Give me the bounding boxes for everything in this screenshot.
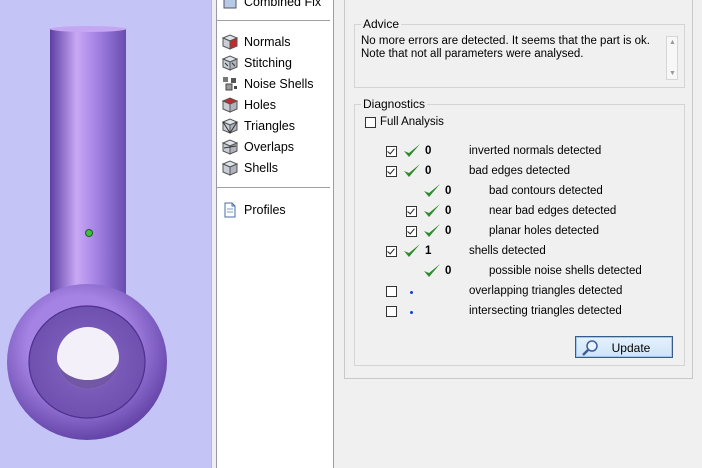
nav-item-label: Holes	[244, 98, 276, 112]
diag-count: 0	[445, 265, 452, 277]
scroll-up-icon[interactable]: ▲	[669, 39, 676, 46]
stitching-icon	[221, 55, 239, 71]
nav-item-combined-fix[interactable]: Combined Fix	[221, 0, 321, 12]
combined-fix-icon	[223, 0, 237, 9]
advice-title: Advice	[361, 17, 402, 31]
scroll-down-icon[interactable]: ▼	[669, 70, 676, 77]
advice-group: Advice No more errors are detected. It s…	[354, 17, 685, 88]
diag-label: intersecting triangles detected	[469, 305, 622, 317]
diag-checkbox-near-bad-edges[interactable]	[406, 206, 417, 217]
nav-item-label: Triangles	[244, 119, 295, 133]
nav-item-shells[interactable]: Shells	[221, 158, 278, 178]
diag-label: overlapping triangles detected	[469, 285, 623, 297]
triangles-icon	[221, 118, 239, 134]
pending-dot-icon	[410, 311, 413, 314]
advice-line: No more errors are detected. It seems th…	[361, 35, 650, 47]
nav-item-profiles[interactable]: Profiles	[221, 200, 286, 220]
update-button[interactable]: Update	[575, 336, 673, 358]
diag-count: 0	[425, 165, 432, 177]
diag-count: 0	[445, 205, 452, 217]
full-analysis-checkbox[interactable]	[365, 117, 376, 128]
diag-count: 1	[425, 245, 432, 257]
part-model	[7, 26, 167, 440]
advice-line: Note that not all parameters were analys…	[361, 48, 584, 60]
nav-item-normals[interactable]: Normals	[221, 32, 291, 52]
diag-checkbox-planar-holes[interactable]	[406, 226, 417, 237]
overlaps-icon	[221, 139, 239, 155]
nav-item-label: Overlaps	[244, 140, 295, 154]
diag-checkbox-inverted-normals[interactable]	[386, 146, 397, 157]
diag-label: inverted normals detected	[469, 145, 602, 157]
green-check-icon	[424, 184, 440, 197]
diagnostics-panel: Advice No more errors are detected. It s…	[344, 0, 693, 379]
normals-icon	[221, 34, 239, 50]
diag-checkbox-intersecting-triangles[interactable]	[386, 306, 397, 317]
nav-item-label: Stitching	[244, 56, 292, 70]
green-check-icon	[424, 264, 440, 277]
advice-text: No more errors are detected. It seems th…	[361, 35, 673, 75]
nav-item-overlaps[interactable]: Overlaps	[221, 137, 294, 157]
diag-label: bad edges detected	[469, 165, 571, 177]
diag-count: 0	[425, 145, 432, 157]
green-check-icon	[424, 204, 440, 217]
document-icon	[224, 202, 236, 218]
nav-separator	[217, 187, 330, 188]
diag-label: possible noise shells detected	[489, 265, 642, 277]
pending-dot-icon	[410, 291, 413, 294]
nav-item-label: Normals	[244, 35, 291, 49]
nav-separator	[217, 20, 330, 21]
3d-viewport[interactable]	[0, 0, 211, 468]
advice-scrollbar[interactable]: ▲ ▼	[666, 36, 678, 80]
nav-item-noise-shells[interactable]: Noise Shells	[221, 74, 313, 94]
nav-item-stitching[interactable]: Stitching	[221, 53, 292, 73]
update-button-label: Update	[611, 341, 651, 355]
full-analysis-label: Full Analysis	[380, 116, 444, 128]
nav-item-triangles[interactable]: Triangles	[221, 116, 295, 136]
diag-checkbox-shells[interactable]	[386, 246, 397, 257]
diag-checkbox-overlapping-triangles[interactable]	[386, 286, 397, 297]
diag-count: 0	[445, 225, 452, 237]
green-check-icon	[404, 164, 420, 177]
green-check-icon	[404, 144, 420, 157]
nav-item-label: Profiles	[244, 203, 286, 217]
nav-item-label: Combined Fix	[244, 0, 322, 9]
noise-shells-icon	[223, 77, 237, 91]
diag-label: planar holes detected	[489, 225, 599, 237]
diag-label: bad contours detected	[489, 185, 603, 197]
diagnostics-page: Advice No more errors are detected. It s…	[335, 0, 702, 468]
diag-count: 0	[445, 185, 452, 197]
diag-label: near bad edges detected	[489, 205, 617, 217]
diagnostics-title: Diagnostics	[361, 97, 428, 111]
green-check-icon	[424, 224, 440, 237]
nav-item-label: Shells	[244, 161, 279, 175]
green-check-icon	[404, 244, 420, 257]
nav-item-holes[interactable]: Holes	[221, 95, 276, 115]
diag-checkbox-bad-edges[interactable]	[386, 166, 397, 177]
diag-label: shells detected	[469, 245, 546, 257]
fix-navigation-panel: Combined Fix Normals Stitching Noise She…	[217, 0, 334, 468]
nav-item-label: Noise Shells	[244, 77, 314, 91]
shells-icon	[221, 160, 239, 176]
diagnostics-group: Diagnostics Full Analysis 0 inverted nor…	[354, 97, 685, 366]
holes-icon	[221, 97, 239, 113]
